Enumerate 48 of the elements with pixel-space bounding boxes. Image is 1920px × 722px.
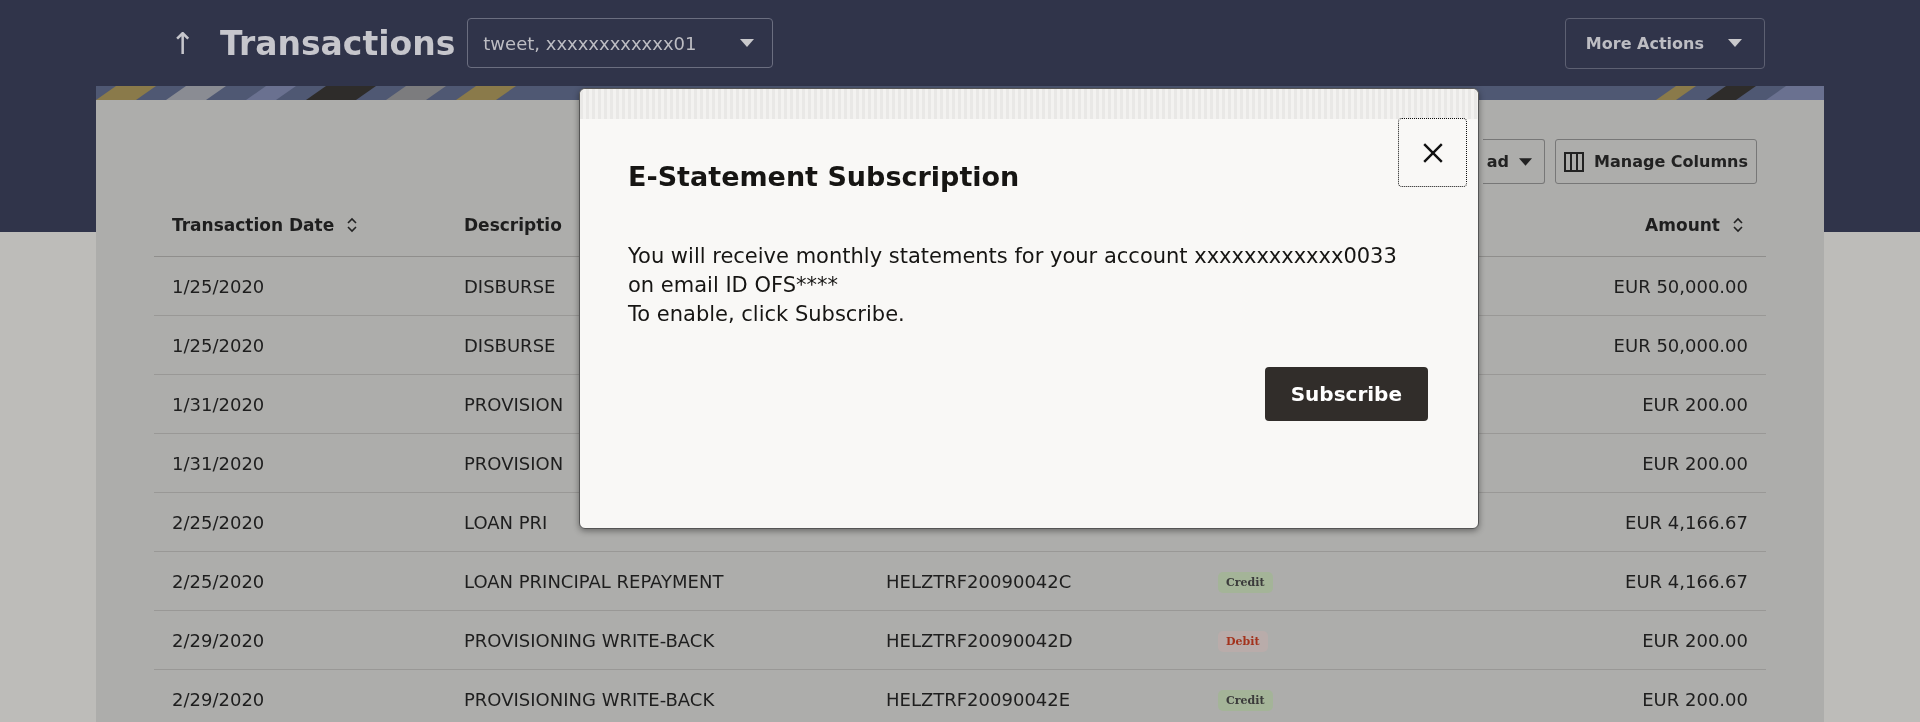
table-cell: DISBURSE: [464, 275, 556, 297]
caret-icon: [740, 39, 755, 47]
close-icon: [1421, 141, 1444, 164]
table-cell-text: 2/25/2020: [171, 570, 266, 592]
more-actions-button[interactable]: More Actions: [1564, 17, 1765, 69]
type-badge: Debit: [1218, 631, 1268, 652]
manage-columns-button[interactable]: Manage Columns: [1555, 139, 1757, 184]
table-cell-text: EUR 50,000.00: [1613, 275, 1749, 297]
table-cell: PROVISION: [464, 393, 564, 415]
download-button[interactable]: ad: [1482, 139, 1545, 184]
table-cell: HELZTRF20090042D: [886, 629, 1073, 651]
table-cell: HELZTRF20090042C: [886, 570, 1072, 592]
page-title: Transactions: [220, 23, 456, 63]
table-cell: HELZTRF20090042E: [886, 688, 1071, 710]
sort-icon: [346, 217, 359, 233]
table-cell-text: EUR 4,166.67: [1625, 570, 1749, 592]
table-cell-text: EUR 200.00: [1642, 629, 1749, 651]
dialog-message: You will receive monthly statements for your account xxxxxxxxxxxx0033 on email ID OFS**** To enable, click Subscribe.: [628, 243, 1398, 328]
table-cell: LOAN PRINCIPAL REPAYMENT: [464, 570, 724, 592]
table-cell-text: 1/31/2020: [171, 452, 266, 474]
table-cell-text: EUR 4,166.67: [1625, 511, 1749, 533]
subscribe-button[interactable]: Subscribe: [1264, 367, 1428, 421]
table-cell-text: EUR 200.00: [1642, 688, 1749, 710]
column-header[interactable]: Transaction Date: [154, 215, 464, 235]
table-cell-text: EUR 50,000.00: [1613, 334, 1749, 356]
table-cell: PROVISIONING WRITE-BACK: [464, 688, 715, 710]
table-cell-text: 1/25/2020: [171, 275, 266, 297]
column-header[interactable]: Amount: [1444, 215, 1766, 235]
caret-icon: [1519, 157, 1532, 166]
table-cell-text: EUR 200.00: [1642, 452, 1749, 474]
table-cell: LOAN PRI: [464, 511, 548, 533]
table-cell: PROVISION: [464, 452, 564, 474]
table-cell: DISBURSE: [464, 334, 556, 356]
type-badge: Credit: [1218, 572, 1273, 593]
table-cell-text: 2/29/2020: [171, 688, 266, 710]
table-cell: PROVISIONING WRITE-BACK: [464, 629, 715, 651]
type-badge: Credit: [1218, 690, 1273, 711]
table-cell-text: 1/25/2020: [171, 334, 266, 356]
columns-icon: [1564, 151, 1584, 172]
table-cell-text: 2/29/2020: [171, 629, 266, 651]
sort-icon: [1732, 217, 1744, 233]
table-cell-text: 2/25/2020: [171, 511, 266, 533]
table-cell-text: EUR 200.00: [1642, 393, 1749, 415]
dialog-title: E-Statement Subscription: [628, 161, 1021, 192]
table-cell-text: 1/31/2020: [171, 393, 266, 415]
back-arrow[interactable]: ↑: [170, 25, 210, 61]
account-dropdown[interactable]: tweet, xxxxxxxxxxxx01: [467, 18, 774, 68]
caret-icon: [1728, 39, 1742, 47]
